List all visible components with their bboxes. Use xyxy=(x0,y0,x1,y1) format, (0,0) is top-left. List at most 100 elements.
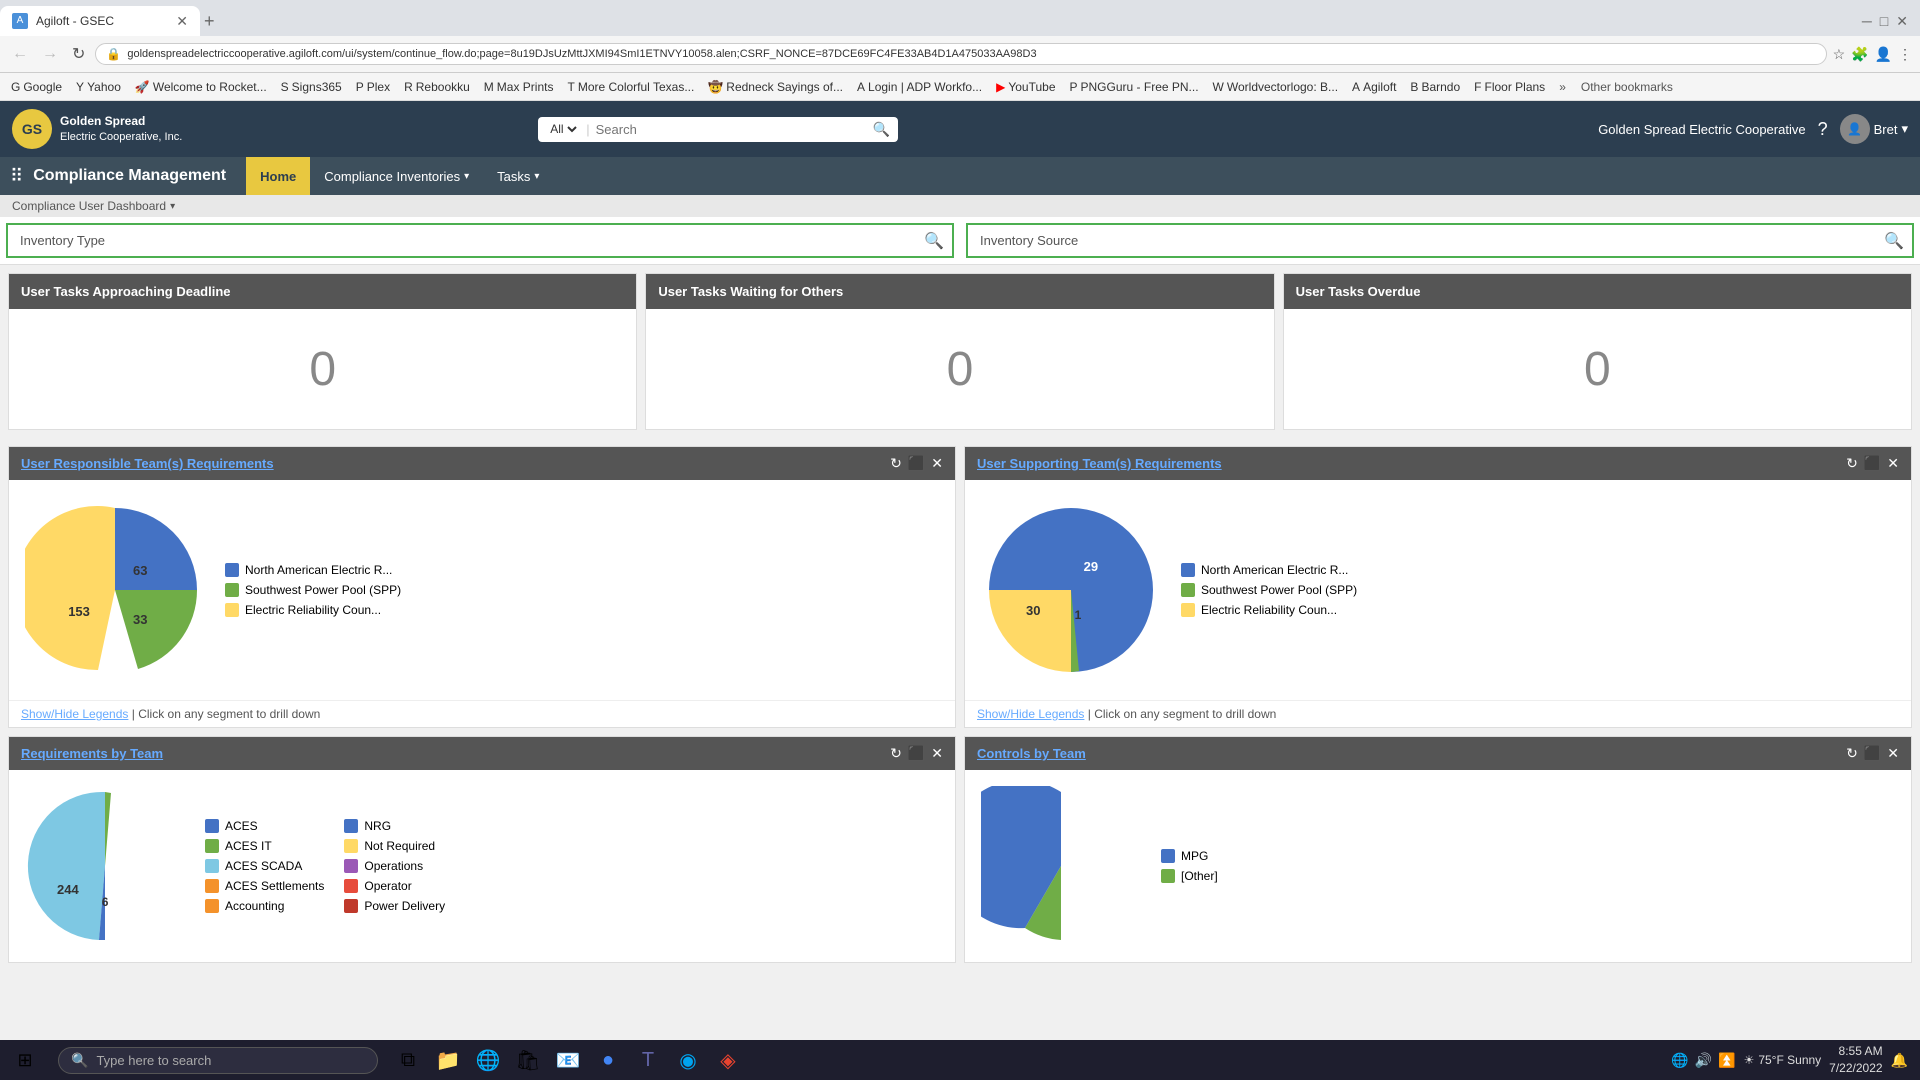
other-bookmarks[interactable]: » xyxy=(1556,79,1569,95)
bookmark-maxprints[interactable]: M Max Prints xyxy=(481,79,557,95)
supporting-refresh-icon[interactable]: ↻ xyxy=(1846,455,1858,472)
taskbar-teams[interactable]: T xyxy=(630,1042,666,1078)
bookmark-barndo[interactable]: B Barndo xyxy=(1407,79,1463,95)
taskbar-store[interactable]: 🛍 xyxy=(510,1042,546,1078)
grid-menu-icon[interactable]: ⠿ xyxy=(10,166,23,187)
responsible-chart-title[interactable]: User Responsible Team(s) Requirements xyxy=(21,456,274,471)
supporting-export-icon[interactable]: ⬛ xyxy=(1864,455,1881,472)
bookmark-floorplans[interactable]: F Floor Plans xyxy=(1471,79,1548,95)
header-right: Golden Spread Electric Cooperative ? 👤 B… xyxy=(1598,114,1908,144)
taskbar-task-view[interactable]: ⧉ xyxy=(390,1042,426,1078)
responsible-show-hide-link[interactable]: Show/Hide Legends xyxy=(21,707,128,721)
taskbar-explorer[interactable]: 📁 xyxy=(430,1042,466,1078)
req-export-icon[interactable]: ⬛ xyxy=(908,745,925,762)
weather-text: 75°F Sunny xyxy=(1758,1053,1821,1067)
bookmark-star-icon[interactable]: ☆ xyxy=(1833,46,1846,63)
supporting-pie-chart[interactable]: 29 1 30 xyxy=(981,500,1161,680)
logo-initials: GS xyxy=(22,121,42,137)
start-button[interactable]: ⊞ xyxy=(0,1040,50,1080)
notifications-icon[interactable]: 🔔 xyxy=(1891,1052,1908,1069)
supporting-show-hide-link[interactable]: Show/Hide Legends xyxy=(977,707,1084,721)
taskbar-weather[interactable]: ☀ 75°F Sunny xyxy=(1744,1053,1822,1067)
search-type-select[interactable]: All xyxy=(546,121,580,137)
taskbar-chrome[interactable]: ● xyxy=(590,1042,626,1078)
other-bookmarks-label[interactable]: Other bookmarks xyxy=(1581,80,1673,94)
ctrl-refresh-icon[interactable]: ↻ xyxy=(1846,745,1858,762)
network-icon[interactable]: 🌐 xyxy=(1671,1052,1688,1069)
inventory-source-input[interactable] xyxy=(1086,233,1900,248)
req-by-team-title[interactable]: Requirements by Team xyxy=(21,746,163,761)
bookmark-rebookku[interactable]: R Rebookku xyxy=(401,79,473,95)
inventory-type-input[interactable] xyxy=(113,233,940,248)
search-submit-button[interactable]: 🔍 xyxy=(873,121,890,138)
bookmark-redneck[interactable]: 🤠 Redneck Sayings of... xyxy=(705,79,846,95)
req-by-team-pie[interactable]: 244 6 xyxy=(25,786,185,946)
extensions-icon[interactable]: 🧩 xyxy=(1851,46,1868,63)
inventory-source-search-icon[interactable]: 🔍 xyxy=(1884,231,1904,251)
bookmark-agiloft[interactable]: A Agiloft xyxy=(1349,79,1399,95)
breadcrumb-arrow[interactable]: ▾ xyxy=(170,201,175,212)
supporting-chart-title[interactable]: User Supporting Team(s) Requirements xyxy=(977,456,1222,471)
responsible-pie-chart[interactable]: 63 33 153 xyxy=(25,500,205,680)
volume-icon[interactable]: 🔊 xyxy=(1695,1052,1712,1069)
profile-icon[interactable]: 👤 xyxy=(1875,46,1892,63)
bookmark-rocket[interactable]: 🚀 Welcome to Rocket... xyxy=(132,79,270,95)
new-tab-button[interactable]: + xyxy=(204,11,215,32)
user-name: Bret xyxy=(1874,122,1898,137)
taskbar-search[interactable]: 🔍 Type here to search xyxy=(58,1047,378,1074)
close-window-button[interactable]: ✕ xyxy=(1896,13,1908,30)
address-bar[interactable]: 🔒 goldenspreadelectriccooperative.agilof… xyxy=(95,43,1826,65)
nav-home[interactable]: Home xyxy=(246,157,310,195)
ctrl-close-icon[interactable]: ✕ xyxy=(1887,745,1899,762)
bookmark-pngguru[interactable]: P PNGGuru - Free PN... xyxy=(1067,79,1202,95)
responsible-chart-legend: North American Electric R... Southwest P… xyxy=(225,563,401,617)
taskbar-mail[interactable]: 📧 xyxy=(550,1042,586,1078)
reload-button[interactable]: ↻ xyxy=(68,42,89,66)
bookmark-plex[interactable]: P Plex xyxy=(353,79,393,95)
ctrl-by-team-body: 2 MPG [Other] xyxy=(965,770,1911,962)
breadcrumb-link[interactable]: Compliance User Dashboard xyxy=(12,199,166,213)
taskbar-app1[interactable]: ◉ xyxy=(670,1042,706,1078)
req-close-icon[interactable]: ✕ xyxy=(931,745,943,762)
forward-button[interactable]: → xyxy=(38,43,62,65)
ctrl-export-icon[interactable]: ⬛ xyxy=(1864,745,1881,762)
taskbar-app2[interactable]: ◈ xyxy=(710,1042,746,1078)
supporting-drill-hint: | Click on any segment to drill down xyxy=(1088,707,1277,721)
search-input[interactable] xyxy=(596,122,867,137)
battery-icon[interactable]: ⏫ xyxy=(1718,1052,1735,1069)
active-tab[interactable]: A Agiloft - GSEC ✕ xyxy=(0,6,200,36)
responsible-refresh-icon[interactable]: ↻ xyxy=(890,455,902,472)
bookmark-youtube[interactable]: ▶ YouTube xyxy=(993,79,1058,95)
settings-icon[interactable]: ⋮ xyxy=(1898,46,1912,63)
req-refresh-icon[interactable]: ↻ xyxy=(890,745,902,762)
bookmark-worldvector[interactable]: W Worldvectorlogo: B... xyxy=(1210,79,1342,95)
ctrl-by-team-pie[interactable]: 2 xyxy=(981,786,1141,946)
ctrl-by-team-title[interactable]: Controls by Team xyxy=(977,746,1086,761)
company-name: Golden Spread Electric Cooperative xyxy=(1598,122,1805,137)
minimize-button[interactable]: ─ xyxy=(1862,13,1872,30)
supporting-close-icon[interactable]: ✕ xyxy=(1887,455,1899,472)
bookmark-signs365[interactable]: S Signs365 xyxy=(278,79,345,95)
taskbar-clock[interactable]: 8:55 AM 7/22/2022 xyxy=(1829,1043,1882,1077)
bookmark-texas[interactable]: T More Colorful Texas... xyxy=(564,79,697,95)
bookmark-yahoo[interactable]: Y Yahoo xyxy=(73,79,124,95)
legend-item-nerc2: North American Electric R... xyxy=(1181,563,1357,577)
responsible-close-icon[interactable]: ✕ xyxy=(931,455,943,472)
help-button[interactable]: ? xyxy=(1818,119,1828,140)
user-menu[interactable]: 👤 Bret ▾ xyxy=(1840,114,1908,144)
tab-close-button[interactable]: ✕ xyxy=(176,13,188,30)
back-button[interactable]: ← xyxy=(8,43,32,65)
taskbar-search-icon: 🔍 xyxy=(71,1052,88,1069)
responsible-export-icon[interactable]: ⬛ xyxy=(908,455,925,472)
task-panel-overdue: User Tasks Overdue 0 xyxy=(1283,273,1912,430)
bookmark-adp[interactable]: A Login | ADP Workfo... xyxy=(854,79,985,95)
inventory-type-search-icon[interactable]: 🔍 xyxy=(924,231,944,251)
header-search[interactable]: All | 🔍 xyxy=(538,117,898,142)
taskbar-edge[interactable]: 🌐 xyxy=(470,1042,506,1078)
req-by-team-body: 244 6 ACES ACES IT xyxy=(9,770,955,962)
bookmark-google[interactable]: G Google xyxy=(8,79,65,95)
nav-tasks[interactable]: Tasks ▾ xyxy=(483,157,553,195)
maximize-button[interactable]: □ xyxy=(1880,13,1888,30)
breadcrumb: Compliance User Dashboard ▾ xyxy=(0,195,1920,217)
nav-inventories[interactable]: Compliance Inventories ▾ xyxy=(310,157,483,195)
